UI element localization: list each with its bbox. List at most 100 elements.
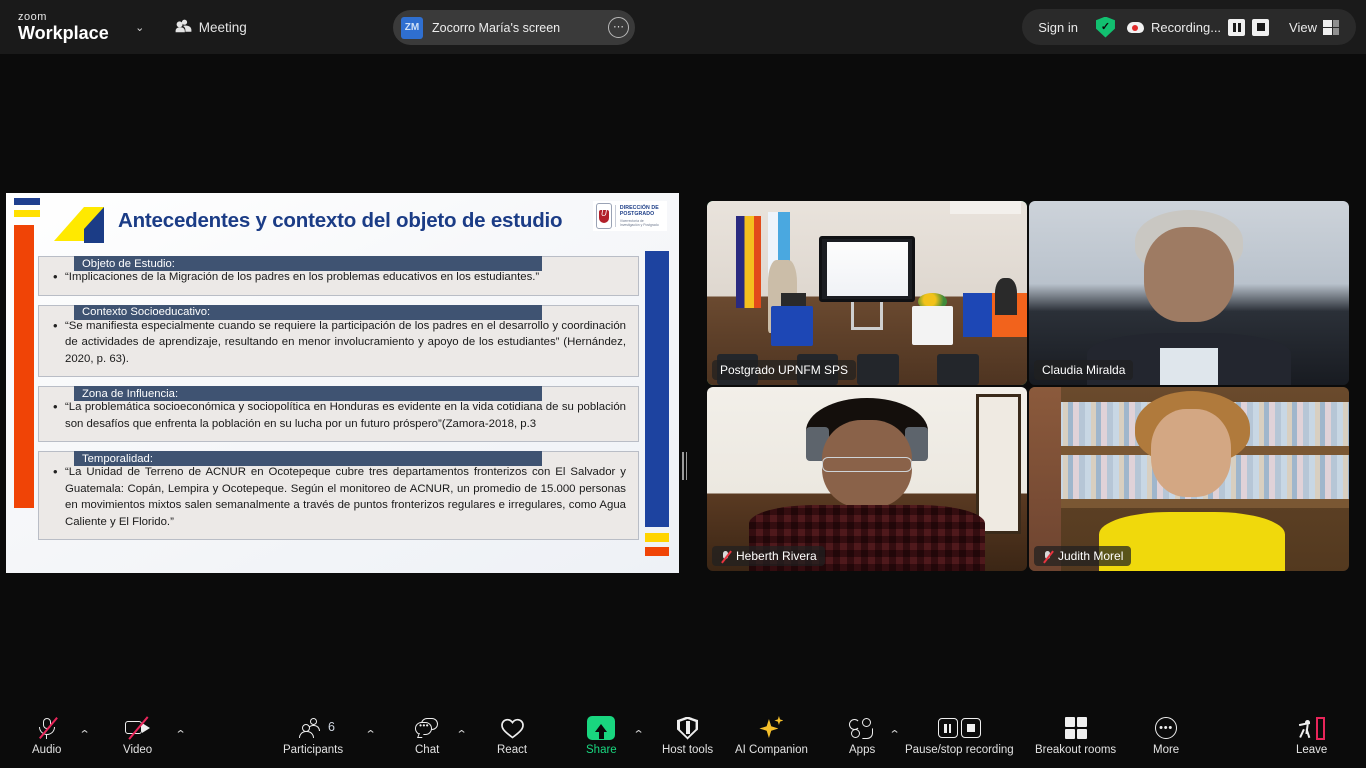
audio-options-chevron-icon[interactable]: ⌃ — [79, 728, 91, 741]
video-feed — [1029, 201, 1349, 385]
zoom-logo: zoom Workplace — [18, 11, 109, 43]
encryption-status-button[interactable]: ✓ — [1088, 12, 1123, 42]
slide-bullet: “Implicaciones de la Migración de los pa… — [51, 268, 626, 286]
apps-options-chevron-icon[interactable]: ⌃ — [889, 728, 901, 741]
chat-button[interactable]: Chat — [415, 716, 439, 756]
top-bar: zoom Workplace ⌄ Meeting ZM Zocorro Marí… — [0, 0, 1366, 54]
people-icon — [175, 19, 192, 36]
slide-block-heading: Zona de Influencia: — [74, 386, 542, 402]
breakout-rooms-label: Breakout rooms — [1035, 744, 1117, 756]
view-layout-icon — [1323, 19, 1340, 35]
slide-block-heading: Objeto de Estudio: — [74, 256, 542, 271]
participant-name: Judith Morel — [1058, 549, 1124, 563]
chat-label: Chat — [415, 744, 440, 756]
chevron-down-icon[interactable]: ⌄ — [131, 21, 149, 34]
slide-decor-blue-right — [645, 251, 669, 527]
participant-name: Postgrado UPNFM SPS — [720, 363, 849, 377]
slide-decor-orange-left — [14, 225, 34, 508]
shield-icon — [677, 716, 699, 740]
participants-button[interactable]: 6 Participants — [283, 716, 343, 756]
host-tools-label: Host tools — [662, 744, 714, 756]
shared-screen-pill[interactable]: ZM Zocorro María's screen ⋯ — [393, 10, 635, 45]
heart-icon — [500, 716, 524, 740]
audio-label: Audio — [32, 744, 62, 756]
slide-block: Temporalidad: “La Unidad de Terreno de A… — [38, 451, 639, 541]
shared-screen-more-icon[interactable]: ⋯ — [608, 17, 629, 38]
workplace-wordmark: Workplace — [18, 23, 109, 43]
breakout-rooms-button[interactable]: Breakout rooms — [1035, 716, 1116, 756]
slide-block: Objeto de Estudio: “Implicaciones de la … — [38, 256, 639, 296]
panel-splitter-handle[interactable] — [681, 451, 688, 481]
slide-decor-yellow-top — [14, 210, 40, 217]
zoom-wordmark: zoom — [18, 11, 47, 23]
ai-companion-label: AI Companion — [735, 744, 808, 756]
video-tile[interactable]: Heberth Rivera — [707, 387, 1027, 571]
slide-title: Antecedentes y contexto del objeto de es… — [118, 209, 563, 232]
pause-stop-recording-icon — [937, 716, 981, 740]
recording-status[interactable]: Recording... — [1123, 12, 1279, 42]
slide-bullet: “La problemática socioeconómica y sociop… — [51, 398, 626, 432]
meeting-tab-label: Meeting — [198, 19, 247, 35]
participant-name-badge: Judith Morel — [1034, 546, 1132, 566]
participant-name: Heberth Rivera — [736, 549, 817, 563]
chat-icon — [415, 716, 439, 740]
more-label: More — [1153, 744, 1180, 756]
slide-bullet: “Se manifiesta especialmente cuando se r… — [51, 317, 626, 368]
shared-screen-viewport[interactable]: Antecedentes y contexto del objeto de es… — [6, 193, 679, 573]
shared-screen-title: Zocorro María's screen — [432, 20, 561, 35]
view-label: View — [1289, 19, 1317, 35]
logo-text: DIRECCIÓN DE POSTGRADO Vicerrectoría de … — [614, 204, 664, 228]
audio-button[interactable]: Audio — [32, 716, 61, 756]
slide-bullet: “La Unidad de Terreno de ACNUR en Ocotep… — [51, 463, 626, 530]
participant-name-badge: Heberth Rivera — [712, 546, 825, 566]
pause-stop-recording-label: Pause/stop recording — [905, 744, 1014, 756]
share-label: Share — [586, 744, 617, 756]
participants-count: 6 — [328, 720, 335, 734]
pause-stop-recording-button[interactable]: Pause/stop recording — [905, 716, 1014, 756]
meeting-stage: Antecedentes y contexto del objeto de es… — [0, 54, 1366, 704]
leave-meeting-icon — [1298, 716, 1325, 740]
video-button[interactable]: Video — [123, 716, 152, 756]
more-button[interactable]: ••• More — [1153, 716, 1179, 756]
presentation-slide: Antecedentes y contexto del objeto de es… — [6, 193, 679, 573]
slide-block-heading: Contexto Socioeducativo: — [74, 304, 542, 320]
react-button[interactable]: React — [497, 716, 527, 756]
institution-logo: DIRECCIÓN DE POSTGRADO Vicerrectoría de … — [593, 201, 667, 231]
sign-in-label: Sign in — [1038, 19, 1078, 35]
slide-block: Zona de Influencia: “La problemática soc… — [38, 386, 639, 443]
host-tools-button[interactable]: Host tools — [662, 716, 713, 756]
react-label: React — [497, 744, 528, 756]
apps-button[interactable]: Apps — [849, 716, 875, 756]
stop-recording-icon[interactable] — [1252, 18, 1270, 36]
video-options-chevron-icon[interactable]: ⌃ — [175, 728, 187, 741]
slide-flag-graphic — [48, 203, 110, 249]
chat-options-chevron-icon[interactable]: ⌃ — [456, 728, 468, 741]
top-right-controls: Sign in ✓ Recording... View — [1022, 9, 1356, 45]
participants-options-chevron-icon[interactable]: ⌃ — [365, 728, 377, 741]
participant-name-badge: Claudia Miralda — [1034, 360, 1134, 380]
recording-label: Recording... — [1150, 19, 1222, 35]
meeting-tab[interactable]: Meeting — [175, 19, 247, 36]
video-tile[interactable]: Postgrado UPNFM SPS — [707, 201, 1027, 385]
participant-name-badge: Postgrado UPNFM SPS — [712, 360, 857, 380]
leave-label: Leave — [1296, 744, 1328, 756]
view-button[interactable]: View — [1279, 12, 1350, 42]
sign-in-button[interactable]: Sign in — [1028, 12, 1088, 42]
cloud-recording-icon — [1126, 21, 1144, 33]
video-label: Video — [123, 744, 153, 756]
slide-block: Contexto Socioeducativo: “Se manifiesta … — [38, 304, 639, 378]
video-tile[interactable]: Claudia Miralda — [1029, 201, 1349, 385]
apps-label: Apps — [849, 744, 876, 756]
ai-companion-button[interactable]: AI Companion — [735, 716, 808, 756]
participant-name: Claudia Miralda — [1042, 363, 1126, 377]
share-button[interactable]: Share — [586, 716, 617, 756]
shield-check-icon: ✓ — [1095, 16, 1115, 38]
apps-icon — [849, 716, 875, 740]
share-options-chevron-icon[interactable]: ⌃ — [633, 728, 645, 741]
share-screen-icon — [587, 716, 616, 740]
leave-button[interactable]: Leave — [1296, 716, 1327, 756]
video-tile[interactable]: Judith Morel — [1029, 387, 1349, 571]
video-feed — [707, 201, 1027, 385]
mic-muted-icon — [1042, 550, 1053, 563]
pause-recording-icon[interactable] — [1228, 18, 1246, 36]
